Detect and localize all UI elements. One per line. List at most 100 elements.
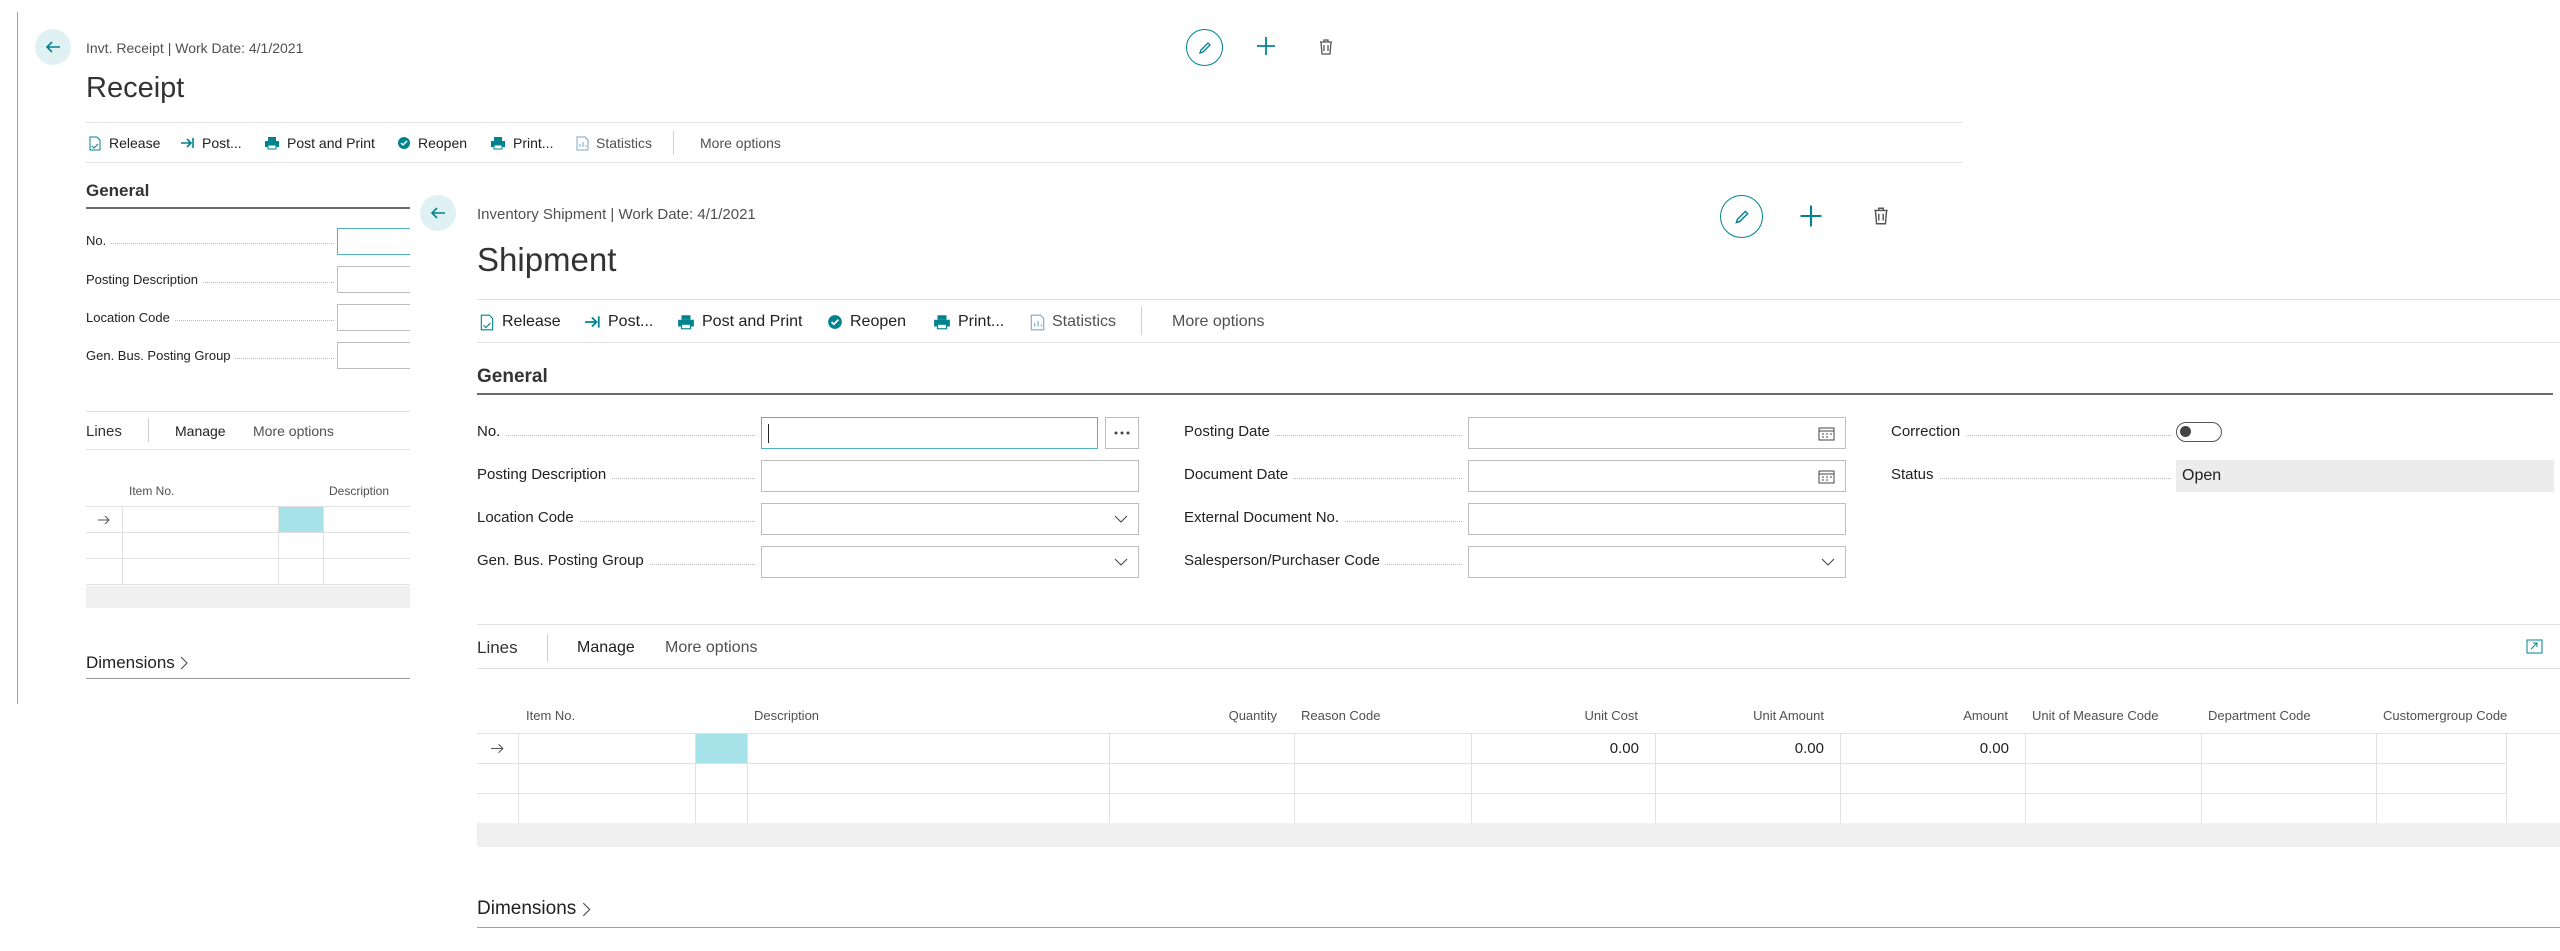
shipment-statistics-action[interactable]: Statistics <box>1030 313 1116 331</box>
shipment-row2-marker[interactable] <box>477 764 519 794</box>
shipment-row1-item-no[interactable] <box>519 734 696 764</box>
shipment-location-code-select[interactable] <box>761 503 1139 535</box>
shipment-col-quantity[interactable]: Quantity <box>1180 708 1277 723</box>
shipment-more-options-action[interactable]: More options <box>1172 313 1265 331</box>
shipment-col-unit-amount[interactable]: Unit Amount <box>1724 708 1824 723</box>
receipt-col-description[interactable]: Description <box>329 484 389 498</box>
shipment-row2-unit-cost[interactable] <box>1472 764 1656 794</box>
shipment-lines-expand-button[interactable] <box>2526 639 2543 659</box>
shipment-lines-manage[interactable]: Manage <box>577 639 635 657</box>
receipt-release-action[interactable]: Release <box>88 135 160 151</box>
receipt-general-heading[interactable]: General <box>86 181 149 201</box>
shipment-post-action[interactable]: Post... <box>584 313 653 331</box>
shipment-row2-customergroup-code[interactable] <box>2377 764 2507 794</box>
shipment-row1-customergroup-code[interactable] <box>2377 734 2507 764</box>
receipt-lines-title[interactable]: Lines <box>86 423 122 440</box>
receipt-delete-button[interactable] <box>1318 38 1334 61</box>
shipment-row2-amount[interactable] <box>1841 764 2026 794</box>
shipment-row3-customergroup-code[interactable] <box>2377 794 2507 824</box>
shipment-row3-quantity[interactable] <box>1110 794 1295 824</box>
receipt-reopen-action[interactable]: Reopen <box>397 135 467 151</box>
shipment-row2-quantity[interactable] <box>1110 764 1295 794</box>
shipment-row1-department-code[interactable] <box>2202 734 2377 764</box>
receipt-row-selected-cell[interactable] <box>279 507 324 533</box>
receipt-posting-description-input[interactable] <box>337 266 417 293</box>
receipt-post-and-print-action[interactable]: Post and Print <box>264 135 375 151</box>
receipt-row2-marker[interactable] <box>86 533 123 559</box>
shipment-row1-unit-amount[interactable]: 0.00 <box>1656 734 1841 764</box>
receipt-row3-description-cell[interactable] <box>324 559 410 585</box>
shipment-col-amount[interactable]: Amount <box>1910 708 2008 723</box>
shipment-col-description[interactable]: Description <box>754 708 819 723</box>
receipt-row2-description-cell[interactable] <box>324 533 410 559</box>
shipment-back-button[interactable] <box>420 195 456 231</box>
receipt-lines-manage[interactable]: Manage <box>175 423 226 439</box>
shipment-row3-reason-code[interactable] <box>1295 794 1472 824</box>
shipment-dimensions-heading[interactable]: Dimensions <box>477 898 592 920</box>
receipt-lines-more-options[interactable]: More options <box>253 423 334 439</box>
shipment-col-reason-code[interactable]: Reason Code <box>1301 708 1381 723</box>
receipt-row3-cell[interactable] <box>279 559 324 585</box>
shipment-row2-department-code[interactable] <box>2202 764 2377 794</box>
shipment-row3-unit-cost[interactable] <box>1472 794 1656 824</box>
shipment-col-customergroup-code[interactable]: Customergroup Code <box>2383 708 2507 723</box>
shipment-row2-unit-amount[interactable] <box>1656 764 1841 794</box>
receipt-dimensions-heading[interactable]: Dimensions <box>86 653 189 673</box>
shipment-row3-item-no[interactable] <box>519 794 696 824</box>
shipment-row1-quantity[interactable] <box>1110 734 1295 764</box>
shipment-new-button[interactable] <box>1797 202 1825 235</box>
receipt-statistics-action[interactable]: Statistics <box>576 135 652 151</box>
receipt-row2-item-no-cell[interactable] <box>123 533 279 559</box>
shipment-salesperson-code-select[interactable] <box>1468 546 1846 578</box>
shipment-row1-amount[interactable]: 0.00 <box>1841 734 2026 764</box>
shipment-row3-unit-amount[interactable] <box>1656 794 1841 824</box>
shipment-row2-cell[interactable] <box>696 764 748 794</box>
shipment-row1-reason-code[interactable] <box>1295 734 1472 764</box>
shipment-delete-button[interactable] <box>1872 206 1890 231</box>
shipment-correction-toggle[interactable] <box>2176 422 2222 442</box>
shipment-external-document-no-input[interactable] <box>1468 503 1846 535</box>
shipment-row2-description[interactable] <box>748 764 1110 794</box>
shipment-col-item-no[interactable]: Item No. <box>526 708 575 723</box>
shipment-posting-description-input[interactable] <box>761 460 1139 492</box>
receipt-row-marker[interactable] <box>86 507 123 533</box>
shipment-release-action[interactable]: Release <box>479 313 561 331</box>
shipment-row3-cell[interactable] <box>696 794 748 824</box>
shipment-document-date-input[interactable] <box>1468 460 1846 492</box>
receipt-row3-item-no-cell[interactable] <box>123 559 279 585</box>
shipment-row3-uom-code[interactable] <box>2026 794 2202 824</box>
shipment-row2-uom-code[interactable] <box>2026 764 2202 794</box>
shipment-col-department-code[interactable]: Department Code <box>2208 708 2311 723</box>
receipt-location-code-input[interactable] <box>337 304 417 331</box>
shipment-row1-marker[interactable] <box>477 734 519 764</box>
shipment-row3-marker[interactable] <box>477 794 519 824</box>
shipment-row1-unit-cost[interactable]: 0.00 <box>1472 734 1656 764</box>
receipt-row3-marker[interactable] <box>86 559 123 585</box>
shipment-posting-date-input[interactable] <box>1468 417 1846 449</box>
receipt-row2-cell[interactable] <box>279 533 324 559</box>
shipment-post-and-print-action[interactable]: Post and Print <box>677 313 803 331</box>
shipment-row3-description[interactable] <box>748 794 1110 824</box>
shipment-col-unit-cost[interactable]: Unit Cost <box>1540 708 1638 723</box>
receipt-post-action[interactable]: Post... <box>180 135 242 151</box>
shipment-gen-bus-posting-group-select[interactable] <box>761 546 1139 578</box>
shipment-col-unit-of-measure-code[interactable]: Unit of Measure Code <box>2032 708 2158 723</box>
shipment-row3-department-code[interactable] <box>2202 794 2377 824</box>
shipment-lines-more-options[interactable]: More options <box>665 639 758 657</box>
receipt-no-input[interactable] <box>337 228 417 255</box>
receipt-back-button[interactable] <box>35 29 71 65</box>
shipment-reopen-action[interactable]: Reopen <box>827 313 906 331</box>
receipt-row-description-cell[interactable] <box>324 507 410 533</box>
receipt-new-button[interactable] <box>1254 34 1278 63</box>
receipt-gen-bus-posting-group-input[interactable] <box>337 342 417 369</box>
shipment-no-input[interactable] <box>761 417 1098 449</box>
shipment-print-action[interactable]: Print... <box>933 313 1004 331</box>
shipment-row1-uom-code[interactable] <box>2026 734 2202 764</box>
shipment-no-lookup-button[interactable] <box>1105 417 1139 449</box>
receipt-row-item-no-cell[interactable] <box>123 507 279 533</box>
shipment-row1-selected-cell[interactable] <box>696 734 748 764</box>
receipt-col-item-no[interactable]: Item No. <box>129 484 174 498</box>
shipment-lines-title[interactable]: Lines <box>477 638 518 658</box>
shipment-row3-amount[interactable] <box>1841 794 2026 824</box>
shipment-edit-button[interactable] <box>1720 195 1763 238</box>
